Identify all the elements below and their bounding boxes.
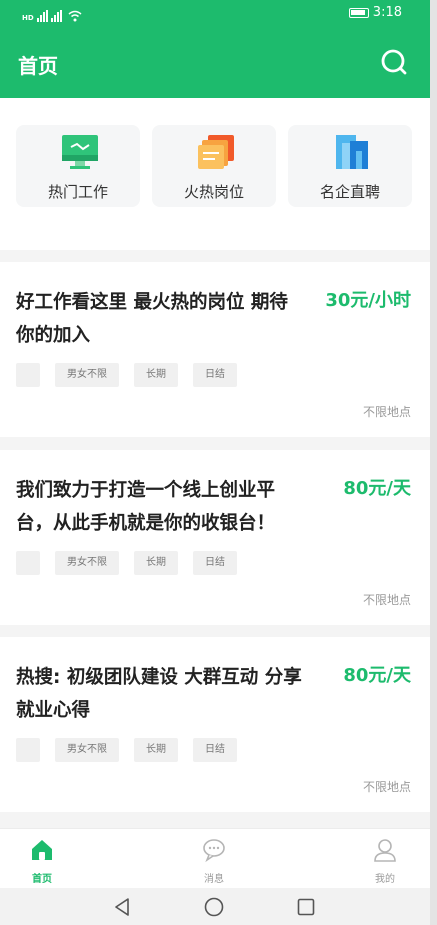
tag: 长期 [134, 363, 178, 387]
status-right: 3:18 [348, 5, 402, 20]
bottom-tab-bar: 首页 消息 我的 [0, 828, 430, 888]
job-title: 热搜: 初级团队建设 大群互动 分享就业心得 [16, 667, 302, 721]
job-salary: 30元/小时 [325, 290, 411, 311]
scrollbar[interactable] [430, 0, 437, 925]
wifi-icon [68, 10, 82, 22]
recent-apps-icon[interactable] [295, 896, 317, 918]
network-status: HD [22, 4, 82, 22]
status-bar: HD 3:18 [0, 0, 430, 26]
signal-icon [50, 10, 62, 22]
tag-empty [16, 551, 40, 575]
signal-icon [36, 10, 48, 22]
job-tags: 男女不限 长期 日结 [16, 551, 237, 575]
monitor-icon [62, 135, 98, 169]
category-hot-jobs[interactable]: 热门工作 [16, 125, 140, 207]
battery-icon [348, 7, 369, 18]
job-tags: 男女不限 长期 日结 [16, 363, 237, 387]
tag-empty [16, 363, 40, 387]
system-nav-bar [0, 888, 430, 925]
tag: 日结 [193, 363, 237, 387]
job-location: 不限地点 [362, 405, 411, 419]
home-circle-icon[interactable] [203, 896, 225, 918]
tab-home[interactable]: 首页 [12, 835, 72, 887]
tag: 男女不限 [55, 738, 119, 762]
tag: 日结 [193, 551, 237, 575]
job-card[interactable]: 我们致力于打造一个线上创业平台，从此手机就是你的收银台！ 80元/天 男女不限 … [0, 450, 430, 625]
documents-icon [198, 135, 234, 169]
category-label: 火热岗位 [183, 183, 244, 201]
category-label: 热门工作 [47, 183, 108, 201]
job-title: 我们致力于打造一个线上创业平台，从此手机就是你的收银台！ [16, 480, 276, 534]
job-tags: 男女不限 长期 日结 [16, 738, 237, 762]
status-time: 3:18 [372, 5, 402, 20]
tab-label: 消息 [204, 874, 224, 885]
tag: 长期 [134, 551, 178, 575]
category-hot-positions[interactable]: 火热岗位 [152, 125, 276, 207]
job-location: 不限地点 [362, 593, 411, 607]
page-title: 首页 [18, 54, 58, 78]
job-card[interactable]: 好工作看这里 最火热的岗位 期待你的加入 30元/小时 男女不限 长期 日结 不… [0, 262, 430, 437]
search-icon[interactable] [380, 48, 408, 76]
category-famous-companies[interactable]: 名企直聘 [288, 125, 412, 207]
tag: 日结 [193, 738, 237, 762]
back-icon[interactable] [111, 896, 133, 918]
user-icon [374, 839, 396, 862]
job-title: 好工作看这里 最火热的岗位 期待你的加入 [16, 292, 288, 346]
hd-label: HD [22, 14, 34, 22]
tag: 男女不限 [55, 363, 119, 387]
header: HD 3:18 首页 [0, 0, 430, 98]
job-location: 不限地点 [362, 780, 411, 794]
tab-label: 首页 [32, 874, 52, 885]
job-salary: 80元/天 [343, 478, 411, 499]
tag-empty [16, 738, 40, 762]
tab-label: 我的 [375, 874, 395, 885]
category-label: 名企直聘 [319, 183, 380, 201]
home-icon [32, 840, 52, 860]
tag: 男女不限 [55, 551, 119, 575]
job-salary: 80元/天 [343, 665, 411, 686]
job-card[interactable]: 热搜: 初级团队建设 大群互动 分享就业心得 80元/天 男女不限 长期 日结 … [0, 637, 430, 812]
tag: 长期 [134, 738, 178, 762]
app-screen: HD 3:18 首页 热门工作 火热岗位 名企直聘 好工作看这里 最火热的岗位 … [0, 0, 430, 925]
tab-profile[interactable]: 我的 [355, 835, 415, 887]
tab-messages[interactable]: 消息 [184, 835, 244, 887]
chat-bubble-icon [203, 839, 225, 863]
building-icon [336, 135, 368, 169]
category-section: 热门工作 火热岗位 名企直聘 [0, 98, 430, 250]
